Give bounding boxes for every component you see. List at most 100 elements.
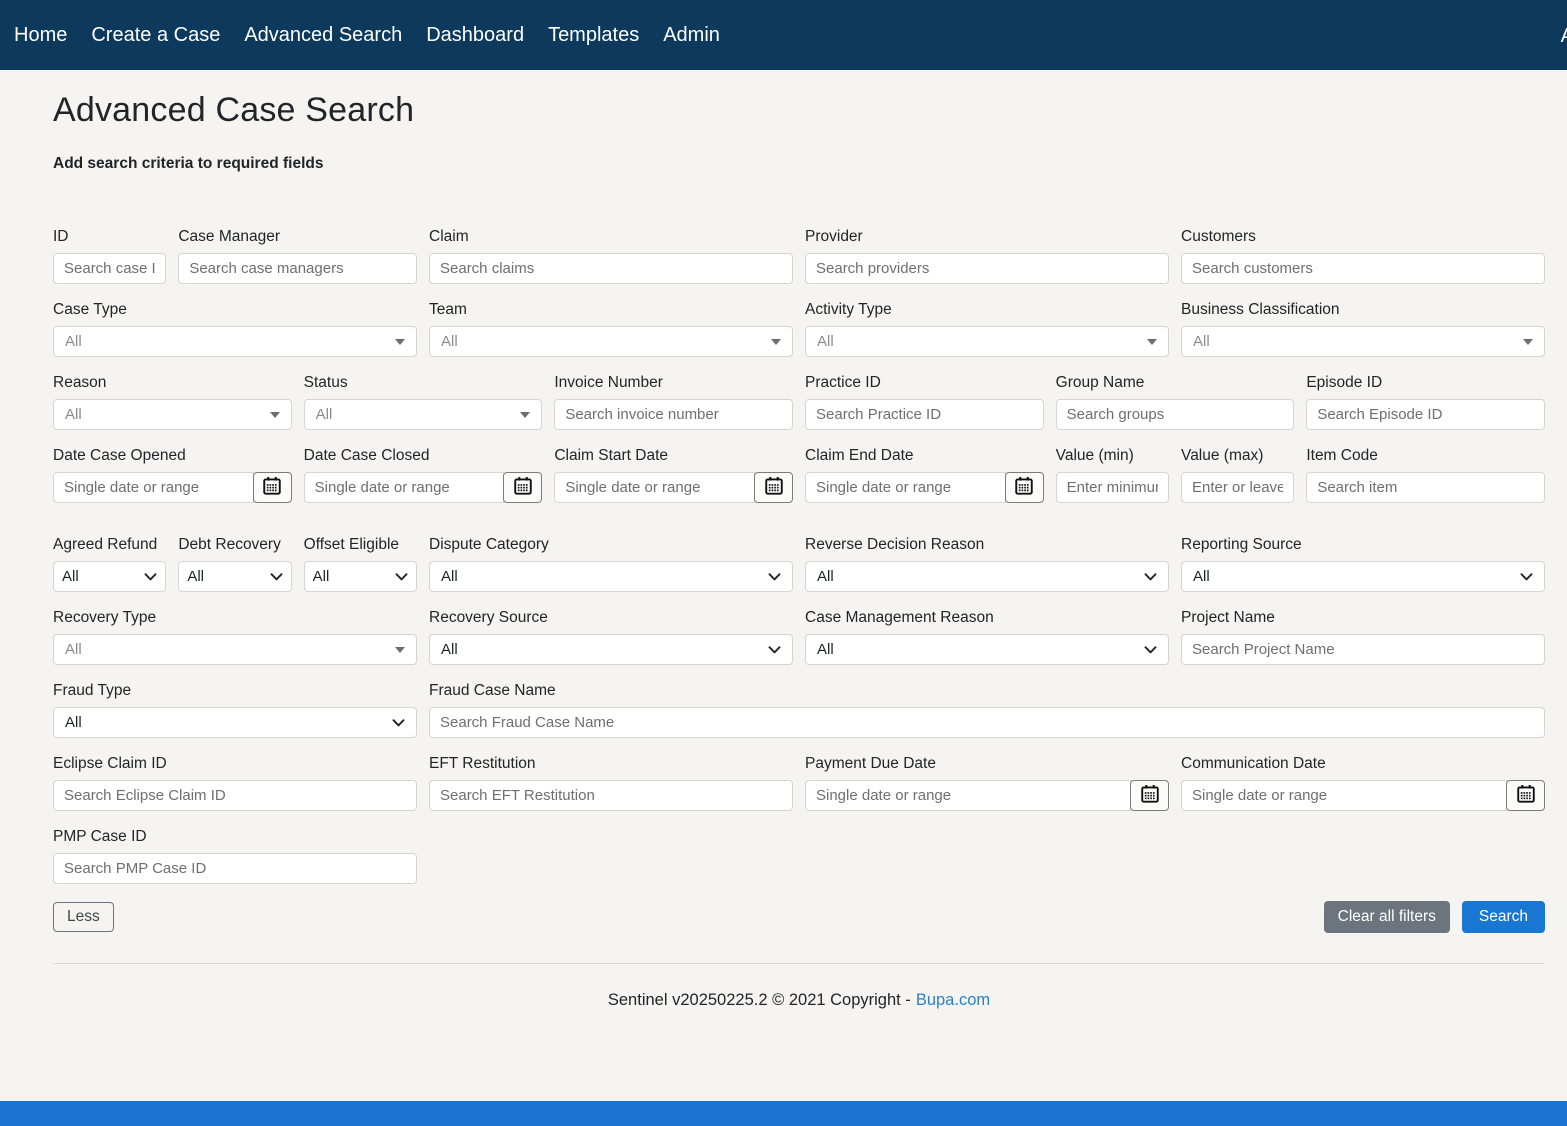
field-episode-id: Episode ID <box>1306 374 1545 430</box>
payment-due-date-input[interactable] <box>805 780 1131 811</box>
calendar-icon <box>765 477 783 498</box>
chevron-down-icon <box>768 646 781 654</box>
activity-type-dropdown[interactable]: All <box>805 326 1169 357</box>
communication-date-input[interactable] <box>1181 780 1507 811</box>
footer-bupa-link[interactable]: Bupa.com <box>916 991 990 1009</box>
group-name-label: Group Name <box>1056 374 1295 392</box>
project-name-input[interactable] <box>1181 634 1545 665</box>
date-case-opened-calendar-button[interactable] <box>253 472 292 503</box>
activity-type-value: All <box>817 333 834 350</box>
customers-input[interactable] <box>1181 253 1545 284</box>
offset-eligible-label: Offset Eligible <box>304 536 417 554</box>
claim-end-date-calendar-button[interactable] <box>1005 472 1044 503</box>
communication-date-calendar-button[interactable] <box>1506 780 1545 811</box>
field-fraud-case-name: Fraud Case Name <box>429 682 1545 738</box>
id-input[interactable] <box>53 253 166 284</box>
bottom-blue-bar <box>0 1101 1567 1126</box>
field-value-min: Value (min) <box>1056 447 1169 503</box>
activity-type-label: Activity Type <box>805 301 1169 319</box>
team-label: Team <box>429 301 793 319</box>
field-provider: Provider <box>805 228 1169 284</box>
fraud-type-label: Fraud Type <box>53 682 417 700</box>
item-code-input[interactable] <box>1306 472 1545 503</box>
reverse-decision-reason-select[interactable]: All <box>805 561 1169 592</box>
nav-item-dashboard[interactable]: Dashboard <box>426 24 524 47</box>
less-button[interactable]: Less <box>53 902 114 932</box>
pmp-case-id-input[interactable] <box>53 853 417 884</box>
payment-due-date-calendar-button[interactable] <box>1130 780 1169 811</box>
field-value-max: Value (max) <box>1181 447 1294 503</box>
dispute-category-value: All <box>441 568 458 585</box>
nav-right-partial-text: A <box>1561 25 1567 48</box>
eclipse-claim-id-input[interactable] <box>53 780 417 811</box>
chevron-down-icon <box>1144 573 1157 581</box>
date-case-closed-input[interactable] <box>304 472 505 503</box>
dispute-category-select[interactable]: All <box>429 561 793 592</box>
eft-restitution-input[interactable] <box>429 780 793 811</box>
offset-eligible-select[interactable]: All <box>304 561 417 592</box>
agreed-refund-select[interactable]: All <box>53 561 166 592</box>
dispute-category-label: Dispute Category <box>429 536 793 554</box>
agreed-refund-label: Agreed Refund <box>53 536 166 554</box>
case-management-reason-label: Case Management Reason <box>805 609 1169 627</box>
caret-down-icon <box>520 412 530 418</box>
calendar-icon <box>1517 785 1535 806</box>
case-management-reason-select[interactable]: All <box>805 634 1169 665</box>
team-dropdown[interactable]: All <box>429 326 793 357</box>
fraud-type-select[interactable]: All <box>53 707 417 738</box>
reason-dropdown[interactable]: All <box>53 399 292 430</box>
value-max-input[interactable] <box>1181 472 1294 503</box>
item-code-label: Item Code <box>1306 447 1545 465</box>
field-eft-restitution: EFT Restitution <box>429 755 793 811</box>
field-agreed-refund: Agreed Refund All <box>53 536 166 592</box>
business-classification-label: Business Classification <box>1181 301 1545 319</box>
reporting-source-select[interactable]: All <box>1181 561 1545 592</box>
calendar-icon <box>1141 785 1159 806</box>
search-button[interactable]: Search <box>1462 901 1545 933</box>
claim-end-date-input[interactable] <box>805 472 1006 503</box>
debt-recovery-label: Debt Recovery <box>178 536 291 554</box>
claim-start-date-calendar-button[interactable] <box>754 472 793 503</box>
business-classification-dropdown[interactable]: All <box>1181 326 1545 357</box>
episode-id-label: Episode ID <box>1306 374 1545 392</box>
nav-item-create-a-case[interactable]: Create a Case <box>91 24 220 47</box>
provider-input[interactable] <box>805 253 1169 284</box>
invoice-number-input[interactable] <box>554 399 793 430</box>
nav-item-home[interactable]: Home <box>14 24 67 47</box>
value-min-input[interactable] <box>1056 472 1169 503</box>
eclipse-claim-id-label: Eclipse Claim ID <box>53 755 417 773</box>
claim-start-date-input[interactable] <box>554 472 755 503</box>
value-max-label: Value (max) <box>1181 447 1294 465</box>
debt-recovery-select[interactable]: All <box>178 561 291 592</box>
recovery-source-select[interactable]: All <box>429 634 793 665</box>
field-id: ID <box>53 228 166 284</box>
agreed-refund-value: All <box>62 568 79 585</box>
date-case-closed-calendar-button[interactable] <box>503 472 542 503</box>
case-type-dropdown[interactable]: All <box>53 326 417 357</box>
nav-item-admin[interactable]: Admin <box>663 24 720 47</box>
field-project-name: Project Name <box>1181 609 1545 665</box>
nav-item-advanced-search[interactable]: Advanced Search <box>244 24 402 47</box>
claim-input[interactable] <box>429 253 793 284</box>
practice-id-input[interactable] <box>805 399 1044 430</box>
date-case-opened-input[interactable] <box>53 472 254 503</box>
group-name-input[interactable] <box>1056 399 1295 430</box>
debt-recovery-value: All <box>187 568 204 585</box>
field-dispute-category: Dispute Category All <box>429 536 793 592</box>
field-claim: Claim <box>429 228 793 284</box>
case-manager-input[interactable] <box>178 253 417 284</box>
calendar-icon <box>1015 477 1033 498</box>
recovery-type-dropdown[interactable]: All <box>53 634 417 665</box>
chevron-down-icon <box>392 719 405 727</box>
clear-all-filters-button[interactable]: Clear all filters <box>1324 901 1450 933</box>
status-dropdown[interactable]: All <box>304 399 543 430</box>
field-case-management-reason: Case Management Reason All <box>805 609 1169 665</box>
invoice-number-label: Invoice Number <box>554 374 793 392</box>
episode-id-input[interactable] <box>1306 399 1545 430</box>
fraud-case-name-input[interactable] <box>429 707 1545 738</box>
caret-down-icon <box>395 647 405 653</box>
communication-date-label: Communication Date <box>1181 755 1545 773</box>
nav-item-templates[interactable]: Templates <box>548 24 639 47</box>
fraud-case-name-label: Fraud Case Name <box>429 682 1545 700</box>
field-case-manager: Case Manager <box>178 228 417 284</box>
